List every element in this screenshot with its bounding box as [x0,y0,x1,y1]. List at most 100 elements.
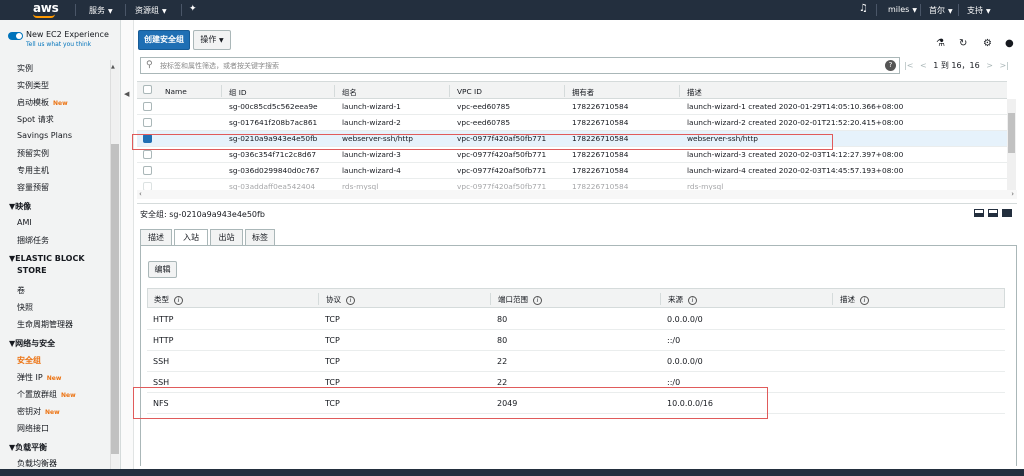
column-header[interactable]: VPC ID [457,87,482,96]
services-menu[interactable]: 服务 ▼ [89,5,113,16]
table-row[interactable]: sg-036d0299840d0c767 launch-wizard-4 vpc-0… [137,163,1007,179]
column-separator[interactable] [564,85,565,97]
search-placeholder: 按标签和属性筛选，或者按关键字搜索 [160,62,279,70]
tab-3[interactable]: 标签 [245,229,275,246]
chevron-left-icon: ◀ [124,90,130,98]
column-header[interactable]: Name [165,87,187,96]
select-all-checkbox[interactable] [143,85,152,94]
row-checkbox[interactable] [143,118,152,127]
sidebar-item-17[interactable]: 安全组 [17,355,41,366]
column-header[interactable]: 组 ID [229,87,247,98]
sidebar-item-0[interactable]: 实例 [17,63,33,74]
support-menu[interactable]: 支持 ▼ [967,5,991,16]
table-cell-desc: launch-wizard-4 created 2020-02-03T14:45… [687,166,904,175]
user-menu[interactable]: miles ▼ [888,5,917,14]
sidebar-item-label: 生命周期管理器 [17,320,73,329]
resource-groups-menu[interactable]: 资源组 ▼ [135,5,167,16]
bell-icon[interactable]: ♫ [859,3,868,14]
edit-rules-button[interactable]: 编辑 [148,261,177,278]
gear-icon[interactable]: ⚙ [983,38,992,49]
rule-cell-source: 0.0.0.0/0 [667,315,703,324]
prev-page-icon[interactable]: < [920,61,927,70]
column-separator[interactable] [221,85,222,97]
tab-1[interactable]: 入站 [174,229,208,246]
sidebar-section-22[interactable]: ▼负载平衡 [9,442,47,453]
region-menu[interactable]: 首尔 ▼ [929,5,953,16]
tab-2[interactable]: 出站 [210,229,243,246]
tab-0[interactable]: 描述 [140,229,172,246]
sidebar-section-16[interactable]: ▼网络与安全 [9,338,55,349]
rule-cell-protocol: TCP [325,315,340,324]
refresh-icon[interactable]: ↻ [959,38,967,49]
rule-row: SSH TCP 22 0.0.0.0/0 [147,352,1005,372]
flask-icon[interactable]: ⚗ [936,38,945,49]
layout-bottom-icon[interactable] [974,209,984,217]
sidebar-item-20[interactable]: 密钥对 New [17,406,60,417]
new-experience-toggle[interactable] [8,32,23,40]
pin-icon[interactable]: ✦ [189,4,197,14]
sidebar-item-9[interactable]: AMI [17,218,32,227]
sidebar-item-2[interactable]: 启动模板 New [17,97,68,108]
sidebar-scrollbar-thumb[interactable] [111,144,119,454]
sidebar-item-15[interactable]: 生命周期管理器 [17,319,73,330]
sidebar-item-7[interactable]: 容量预留 [17,182,49,193]
filter-search-input[interactable]: ⚲ 按标签和属性筛选，或者按关键字搜索 ? [140,57,900,74]
rule-cell-protocol: TCP [325,336,340,345]
left-sidebar: New EC2 Experience Tell us what you thin… [0,20,121,476]
sidebar-item-1[interactable]: 实例类型 [17,80,49,91]
aws-logo[interactable]: aws [33,1,59,15]
info-icon[interactable]: i [346,295,355,305]
pane-divider[interactable] [137,203,1017,204]
sidebar-item-13[interactable]: 卷 [17,285,25,296]
table-horizontal-scrollbar[interactable]: ‹ › [137,190,1017,199]
sidebar-item-10[interactable]: 捆绑任务 [17,235,49,246]
scroll-left-icon[interactable]: ‹ [139,190,142,198]
table-scrollbar-thumb[interactable] [1008,113,1015,153]
sidebar-item-5[interactable]: 预留实例 [17,148,49,159]
table-cell-group-id: sg-036c354f71c2c8d67 [229,150,317,159]
sidebar-item-18[interactable]: 弹性 IP New [17,372,61,383]
row-checkbox[interactable] [143,102,152,111]
column-separator[interactable] [334,85,335,97]
create-security-group-button[interactable]: 创建安全组 [138,30,190,50]
help-icon[interactable]: ● [1005,38,1014,49]
sidebar-section-11[interactable]: ▼ELASTIC BLOCK [9,254,85,263]
scroll-right-icon[interactable]: › [1011,190,1014,198]
table-row[interactable]: sg-00c85cd5c562eea9e launch-wizard-1 vpc-e… [137,99,1007,115]
sidebar-section-8[interactable]: ▼映像 [9,201,31,212]
layout-split-icon[interactable] [988,209,998,217]
feedback-link[interactable]: Tell us what you think [26,41,91,48]
column-header[interactable]: 拥有者 [572,87,594,98]
sidebar-item-6[interactable]: 专用主机 [17,165,49,176]
info-icon[interactable]: i [533,295,542,305]
new-badge: New [61,392,76,399]
next-page-icon[interactable]: > [986,61,993,70]
info-icon[interactable]: i [688,295,697,305]
row-checkbox[interactable] [143,166,152,175]
column-separator[interactable] [679,85,680,97]
sidebar-section-12[interactable]: STORE [17,266,47,275]
column-header[interactable]: 描述 [687,87,702,98]
sidebar-item-19[interactable]: 个置放群组 New [17,389,76,400]
table-row[interactable]: sg-017641f208b7ac861 launch-wizard-2 vpc-e… [137,115,1007,131]
search-help-icon[interactable]: ? [885,60,896,71]
layout-full-icon[interactable] [1002,209,1012,217]
last-page-icon[interactable]: >| [1000,61,1009,70]
scroll-up-icon[interactable]: ▲ [111,64,115,70]
nav-separator [876,4,877,16]
row-checkbox[interactable] [143,150,152,159]
column-header[interactable]: 组名 [342,87,357,98]
info-icon[interactable]: i [860,295,869,305]
sidebar-item-23[interactable]: 负载均衡器 [17,458,57,469]
sidebar-item-21[interactable]: 网络接口 [17,423,49,434]
rule-cell-protocol: TCP [325,357,340,366]
sidebar-item-label: ▼映像 [9,202,32,211]
first-page-icon[interactable]: |< [904,61,913,70]
column-separator[interactable] [449,85,450,97]
rules-column-header: 端口范围 i [498,294,542,305]
sidebar-item-4[interactable]: Savings Plans [17,131,72,140]
info-icon[interactable]: i [174,295,183,305]
sidebar-item-14[interactable]: 快照 [17,302,33,313]
actions-dropdown[interactable]: 操作 ▼ [193,30,231,50]
sidebar-item-3[interactable]: Spot 请求 [17,114,54,125]
